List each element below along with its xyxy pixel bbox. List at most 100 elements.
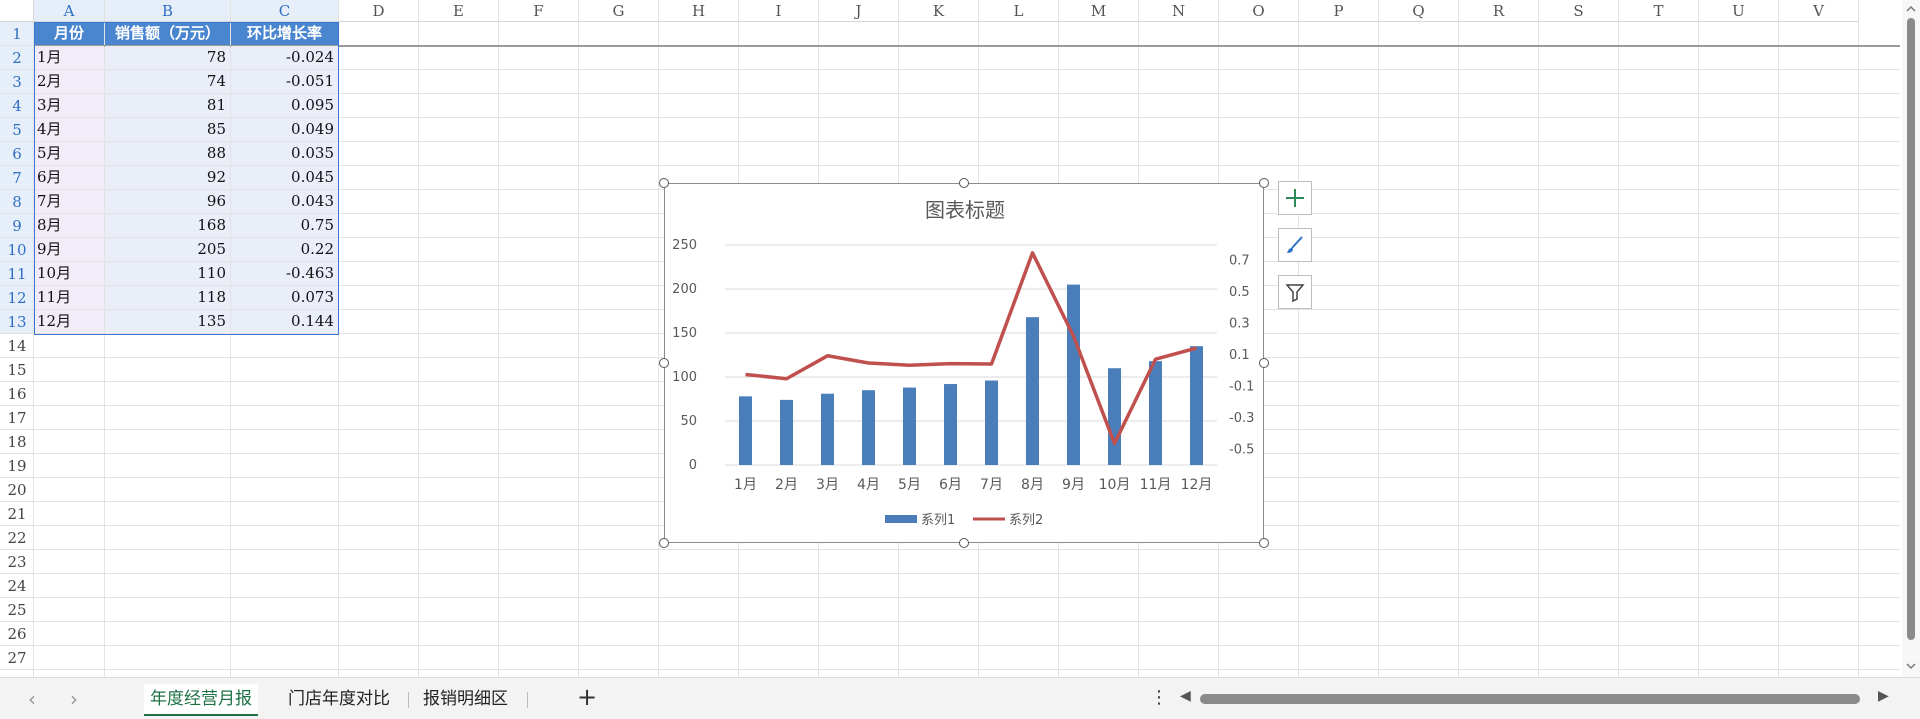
- row-header-1[interactable]: 1: [0, 22, 34, 46]
- column-header-H[interactable]: H: [659, 0, 739, 22]
- row-header-5[interactable]: 5: [0, 118, 34, 142]
- scroll-left-icon[interactable]: ◀: [1180, 688, 1191, 704]
- row-header-7[interactable]: 7: [0, 166, 34, 190]
- row-header-3[interactable]: 3: [0, 70, 34, 94]
- sales-cell[interactable]: 96: [105, 190, 230, 213]
- bar[interactable]: [903, 387, 916, 465]
- header-cell[interactable]: 月份: [34, 22, 104, 45]
- column-header-T[interactable]: T: [1619, 0, 1699, 22]
- bar[interactable]: [985, 380, 998, 465]
- growth-cell[interactable]: 0.095: [231, 94, 338, 117]
- column-header-P[interactable]: P: [1299, 0, 1379, 22]
- chart-filter-button[interactable]: [1278, 275, 1312, 309]
- bar[interactable]: [1067, 284, 1080, 465]
- month-cell[interactable]: 5月: [34, 142, 104, 165]
- spreadsheet-grid[interactable]: ABCDEFGHIJKLMNOPQRSTUV 1 2 3 4 5 6 7 8 9 10 11 12 13…: [0, 0, 1920, 677]
- bar[interactable]: [1026, 317, 1039, 465]
- month-cell[interactable]: 1月: [34, 46, 104, 69]
- add-sheet-button[interactable]: +: [577, 683, 597, 711]
- row-header-11[interactable]: 11: [0, 262, 34, 286]
- bar[interactable]: [944, 384, 957, 465]
- sales-cell[interactable]: 88: [105, 142, 230, 165]
- header-cell[interactable]: 环比增长率: [231, 22, 338, 45]
- growth-line[interactable]: [745, 251, 1197, 446]
- vertical-scroll-thumb[interactable]: [1907, 18, 1915, 640]
- sales-cell[interactable]: 81: [105, 94, 230, 117]
- column-header-F[interactable]: F: [499, 0, 579, 22]
- resize-handle-bl[interactable]: [659, 538, 669, 548]
- row-header-18[interactable]: 18: [0, 430, 34, 454]
- sales-cell[interactable]: 168: [105, 214, 230, 237]
- growth-cell[interactable]: 0.049: [231, 118, 338, 141]
- column-header-L[interactable]: L: [979, 0, 1059, 22]
- column-header-B[interactable]: B: [105, 0, 231, 22]
- column-header-O[interactable]: O: [1219, 0, 1299, 22]
- sales-cell[interactable]: 85: [105, 118, 230, 141]
- bar[interactable]: [821, 393, 834, 465]
- horizontal-scrollbar[interactable]: ◀ ▶: [1176, 686, 1898, 712]
- growth-cell[interactable]: 0.045: [231, 166, 338, 189]
- sales-cell[interactable]: 78: [105, 46, 230, 69]
- resize-handle-bm[interactable]: [959, 538, 969, 548]
- column-header-N[interactable]: N: [1139, 0, 1219, 22]
- column-header-I[interactable]: I: [739, 0, 819, 22]
- sales-cell[interactable]: 205: [105, 238, 230, 261]
- month-cell[interactable]: 4月: [34, 118, 104, 141]
- sales-cell[interactable]: 92: [105, 166, 230, 189]
- sales-cell[interactable]: 110: [105, 262, 230, 285]
- row-header-19[interactable]: 19: [0, 454, 34, 478]
- bar[interactable]: [1190, 346, 1203, 465]
- sales-cell[interactable]: 74: [105, 70, 230, 93]
- row-header-27[interactable]: 27: [0, 646, 34, 670]
- month-cell[interactable]: 2月: [34, 70, 104, 93]
- column-header-D[interactable]: D: [339, 0, 419, 22]
- row-header-16[interactable]: 16: [0, 382, 34, 406]
- chart-title[interactable]: 图表标题: [925, 198, 1005, 222]
- row-header-26[interactable]: 26: [0, 622, 34, 646]
- row-header-24[interactable]: 24: [0, 574, 34, 598]
- row-header-8[interactable]: 8: [0, 190, 34, 214]
- resize-handle-tm[interactable]: [959, 178, 969, 188]
- row-header-21[interactable]: 21: [0, 502, 34, 526]
- column-header-Q[interactable]: Q: [1379, 0, 1459, 22]
- column-header-G[interactable]: G: [579, 0, 659, 22]
- scroll-down-icon[interactable]: [1902, 659, 1920, 673]
- row-header-9[interactable]: 9: [0, 214, 34, 238]
- row-header-2[interactable]: 2: [0, 46, 34, 70]
- header-cell[interactable]: 销售额（万元）: [105, 22, 230, 45]
- row-header-15[interactable]: 15: [0, 358, 34, 382]
- month-cell[interactable]: 6月: [34, 166, 104, 189]
- vertical-scrollbar[interactable]: [1902, 0, 1920, 677]
- growth-cell[interactable]: 0.035: [231, 142, 338, 165]
- chart-styles-button[interactable]: [1278, 228, 1312, 262]
- column-header-J[interactable]: J: [819, 0, 899, 22]
- tab-expense-detail[interactable]: 报销明细区: [417, 684, 514, 714]
- column-header-M[interactable]: M: [1059, 0, 1139, 22]
- prev-sheet-icon[interactable]: ‹: [28, 687, 36, 711]
- scroll-up-icon[interactable]: [1902, 2, 1920, 16]
- tab-store-comparison[interactable]: 门店年度对比: [282, 684, 396, 714]
- sales-cell[interactable]: 135: [105, 310, 230, 333]
- resize-handle-tl[interactable]: [659, 178, 669, 188]
- month-cell[interactable]: 12月: [34, 310, 104, 333]
- month-cell[interactable]: 9月: [34, 238, 104, 261]
- bar[interactable]: [739, 396, 752, 465]
- resize-handle-ml[interactable]: [659, 358, 669, 368]
- column-header-V[interactable]: V: [1779, 0, 1859, 22]
- month-cell[interactable]: 10月: [34, 262, 104, 285]
- row-header-10[interactable]: 10: [0, 238, 34, 262]
- growth-cell[interactable]: 0.073: [231, 286, 338, 309]
- month-cell[interactable]: 7月: [34, 190, 104, 213]
- bar[interactable]: [780, 399, 793, 465]
- row-header-6[interactable]: 6: [0, 142, 34, 166]
- growth-cell[interactable]: -0.051: [231, 70, 338, 93]
- row-header-23[interactable]: 23: [0, 550, 34, 574]
- chart-elements-button[interactable]: [1278, 181, 1312, 215]
- row-header-12[interactable]: 12: [0, 286, 34, 310]
- horizontal-scroll-thumb[interactable]: [1200, 694, 1860, 704]
- month-cell[interactable]: 11月: [34, 286, 104, 309]
- combo-chart[interactable]: 图表标题 0 50 100 150 200 250 -0.5 -0.3 -0.1 0.1 0.3 0…: [664, 183, 1264, 543]
- growth-cell[interactable]: 0.144: [231, 310, 338, 333]
- growth-cell[interactable]: 0.75: [231, 214, 338, 237]
- column-header-K[interactable]: K: [899, 0, 979, 22]
